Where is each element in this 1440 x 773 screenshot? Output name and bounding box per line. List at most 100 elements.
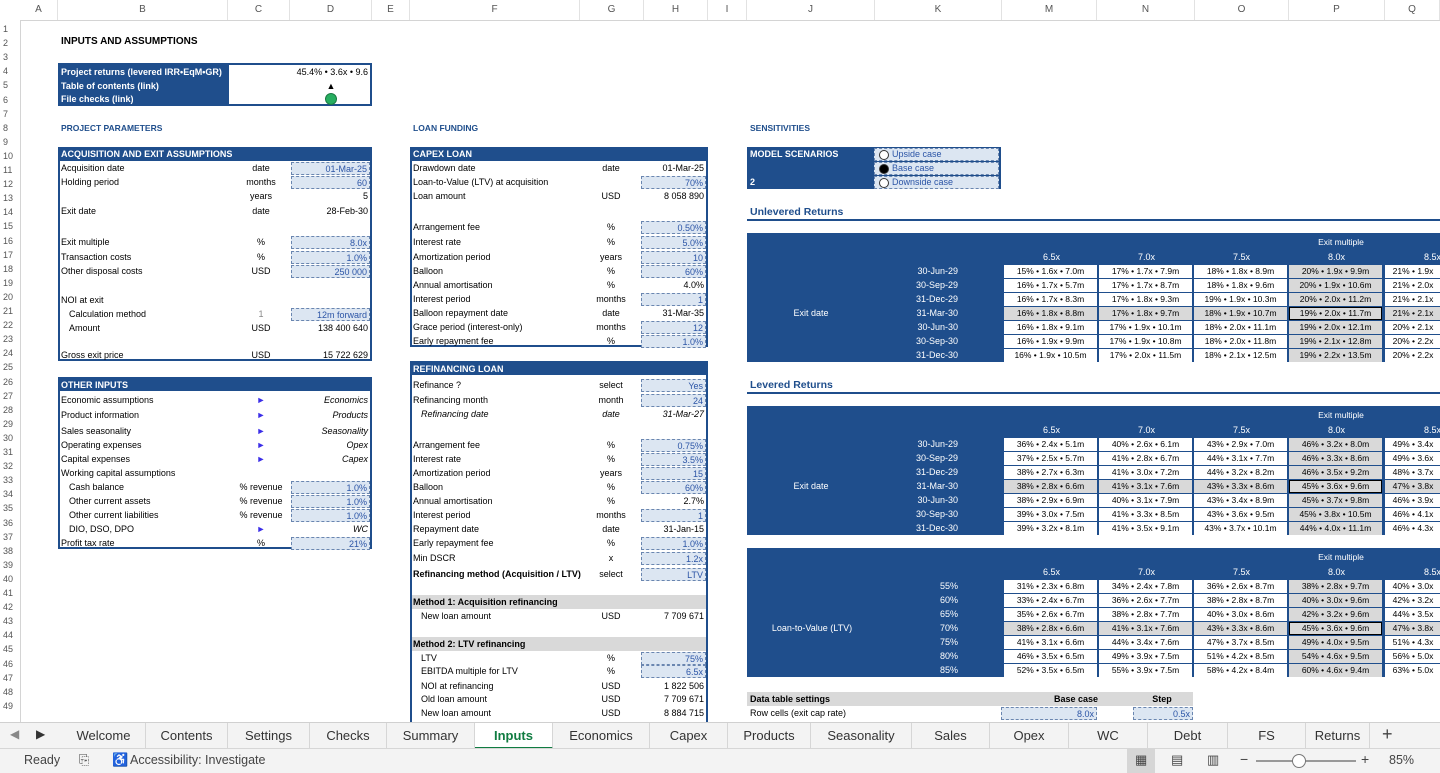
capex-input-field[interactable]: 12: [641, 321, 706, 334]
capex-input-field[interactable]: 70%: [641, 176, 706, 189]
levered-cell[interactable]: 36% • 2.4x • 5.1m: [1004, 438, 1097, 451]
column-header[interactable]: D: [290, 0, 372, 20]
row-header[interactable]: 34: [0, 487, 20, 501]
other-input-field[interactable]: 1.0%: [291, 495, 370, 508]
refi-input-field[interactable]: 1.0%: [641, 537, 706, 550]
row-header[interactable]: 1: [0, 22, 20, 36]
ltv-cell[interactable]: 51% • 4.2x • 8.5m: [1194, 650, 1287, 663]
column-header[interactable]: A: [20, 0, 58, 20]
ltv-cell[interactable]: 56% • 5.0x: [1385, 650, 1440, 663]
scenario-label[interactable]: Base case: [892, 161, 934, 175]
ltv-cell[interactable]: 42% • 3.2x: [1385, 594, 1440, 607]
tab-products[interactable]: Products: [728, 723, 811, 749]
unlevered-cell[interactable]: 17% • 1.9x • 10.8m: [1099, 335, 1192, 348]
row-header[interactable]: 25: [0, 360, 20, 374]
column-header[interactable]: H: [644, 0, 708, 20]
tab-scroll-left-icon[interactable]: ◀: [10, 727, 19, 741]
macro-record-icon[interactable]: ⎘: [79, 752, 89, 768]
ltv-cell[interactable]: 51% • 4.3x: [1385, 636, 1440, 649]
unlevered-cell[interactable]: 19% • 2.1x • 12.8m: [1289, 335, 1382, 348]
unlevered-cell[interactable]: 20% • 2.0x • 11.2m: [1289, 293, 1382, 306]
unlevered-cell[interactable]: 16% • 1.7x • 5.7m: [1004, 279, 1097, 292]
page-layout-icon[interactable]: ▤: [1171, 752, 1183, 768]
row-header[interactable]: 43: [0, 614, 20, 628]
column-header[interactable]: Q: [1385, 0, 1440, 20]
scenario-radio-icon[interactable]: [879, 164, 889, 174]
capex-input-field[interactable]: 1.0%: [641, 335, 706, 348]
levered-cell[interactable]: 46% • 3.2x • 8.0m: [1289, 438, 1382, 451]
ltv-cell[interactable]: 38% • 2.8x • 9.7m: [1289, 580, 1382, 593]
tab-welcome[interactable]: Welcome: [62, 723, 146, 749]
column-header[interactable]: I: [708, 0, 747, 20]
levered-cell[interactable]: 39% • 3.2x • 8.1m: [1004, 522, 1097, 535]
unlevered-cell[interactable]: 20% • 2.2x: [1385, 335, 1440, 348]
toc-arrow-icon[interactable]: ▲: [321, 79, 341, 93]
tab-fs[interactable]: FS: [1228, 723, 1306, 749]
levered-cell[interactable]: 41% • 3.1x • 7.6m: [1099, 480, 1192, 493]
levered-cell[interactable]: 48% • 3.7x: [1385, 466, 1440, 479]
unlevered-cell[interactable]: 21% • 2.1x: [1385, 293, 1440, 306]
unlevered-cell[interactable]: 21% • 2.1x: [1385, 307, 1440, 320]
zoom-slider-track[interactable]: [1256, 760, 1356, 762]
row-header[interactable]: 49: [0, 699, 20, 713]
tab-sales[interactable]: Sales: [912, 723, 990, 749]
refi-input-field[interactable]: 1.2x: [641, 552, 706, 565]
row-header[interactable]: 28: [0, 403, 20, 417]
levered-cell[interactable]: 43% • 3.4x • 8.9m: [1194, 494, 1287, 507]
ltv-cell[interactable]: 35% • 2.6x • 6.7m: [1004, 608, 1097, 621]
acq-input-field[interactable]: 60: [291, 176, 370, 189]
refi-input-field[interactable]: 15: [641, 467, 706, 480]
zoom-in-icon[interactable]: +: [1361, 751, 1369, 767]
ltv-cell[interactable]: 38% • 2.8x • 8.7m: [1194, 594, 1287, 607]
refi-input-field[interactable]: 6.5x: [641, 665, 706, 678]
row-header[interactable]: 5: [0, 78, 20, 92]
row-header[interactable]: 37: [0, 530, 20, 544]
row-header[interactable]: 45: [0, 642, 20, 656]
levered-cell[interactable]: 45% • 3.8x • 10.5m: [1289, 508, 1382, 521]
acq-input-field[interactable]: 1.0%: [291, 251, 370, 264]
row-header[interactable]: 21: [0, 304, 20, 318]
row-header[interactable]: 30: [0, 431, 20, 445]
tab-debt[interactable]: Debt: [1148, 723, 1228, 749]
unlevered-cell[interactable]: 18% • 1.8x • 9.6m: [1194, 279, 1287, 292]
column-header[interactable]: F: [410, 0, 580, 20]
row-header[interactable]: 42: [0, 600, 20, 614]
row-header[interactable]: 41: [0, 586, 20, 600]
ltv-cell[interactable]: 36% • 2.6x • 7.7m: [1099, 594, 1192, 607]
row-header[interactable]: 38: [0, 544, 20, 558]
levered-cell[interactable]: 49% • 3.4x: [1385, 438, 1440, 451]
worksheet-grid[interactable]: INPUTS AND ASSUMPTIONS Project returns (…: [21, 21, 1440, 722]
capex-input-field[interactable]: 10: [641, 251, 706, 264]
levered-cell[interactable]: 41% • 3.0x • 7.2m: [1099, 466, 1192, 479]
row-header[interactable]: 3: [0, 50, 20, 64]
ltv-cell[interactable]: 47% • 3.7x • 8.5m: [1194, 636, 1287, 649]
row-header[interactable]: 22: [0, 318, 20, 332]
other-link[interactable]: Capex: [291, 452, 368, 466]
levered-cell[interactable]: 45% • 3.6x • 9.6m: [1289, 480, 1382, 493]
ltv-cell[interactable]: 49% • 3.9x • 7.5m: [1099, 650, 1192, 663]
ltv-cell[interactable]: 60% • 4.6x • 9.4m: [1289, 664, 1382, 677]
column-header[interactable]: N: [1097, 0, 1195, 20]
capex-input-field[interactable]: 0.50%: [641, 221, 706, 234]
levered-cell[interactable]: 43% • 3.3x • 8.6m: [1194, 480, 1287, 493]
levered-cell[interactable]: 43% • 2.9x • 7.0m: [1194, 438, 1287, 451]
ltv-cell[interactable]: 34% • 2.4x • 7.8m: [1099, 580, 1192, 593]
tab-economics[interactable]: Economics: [553, 723, 650, 749]
unlevered-cell[interactable]: 17% • 1.8x • 9.3m: [1099, 293, 1192, 306]
capex-input-field[interactable]: 5.0%: [641, 236, 706, 249]
row-header[interactable]: 47: [0, 671, 20, 685]
checks-label[interactable]: File checks (link): [61, 92, 134, 106]
row-header[interactable]: 31: [0, 445, 20, 459]
unlevered-cell[interactable]: 16% • 1.7x • 8.3m: [1004, 293, 1097, 306]
ltv-cell[interactable]: 63% • 5.0x: [1385, 664, 1440, 677]
row-header[interactable]: 4: [0, 64, 20, 78]
ltv-cell[interactable]: 58% • 4.2x • 8.4m: [1194, 664, 1287, 677]
unlevered-cell[interactable]: 19% • 1.9x • 10.3m: [1194, 293, 1287, 306]
row-header[interactable]: 10: [0, 149, 20, 163]
tab-checks[interactable]: Checks: [310, 723, 387, 749]
tab-inputs[interactable]: Inputs: [475, 723, 553, 749]
row-header[interactable]: 39: [0, 558, 20, 572]
row-header[interactable]: 7: [0, 107, 20, 121]
row-header[interactable]: 9: [0, 135, 20, 149]
unlevered-cell[interactable]: 17% • 1.7x • 7.9m: [1099, 265, 1192, 278]
